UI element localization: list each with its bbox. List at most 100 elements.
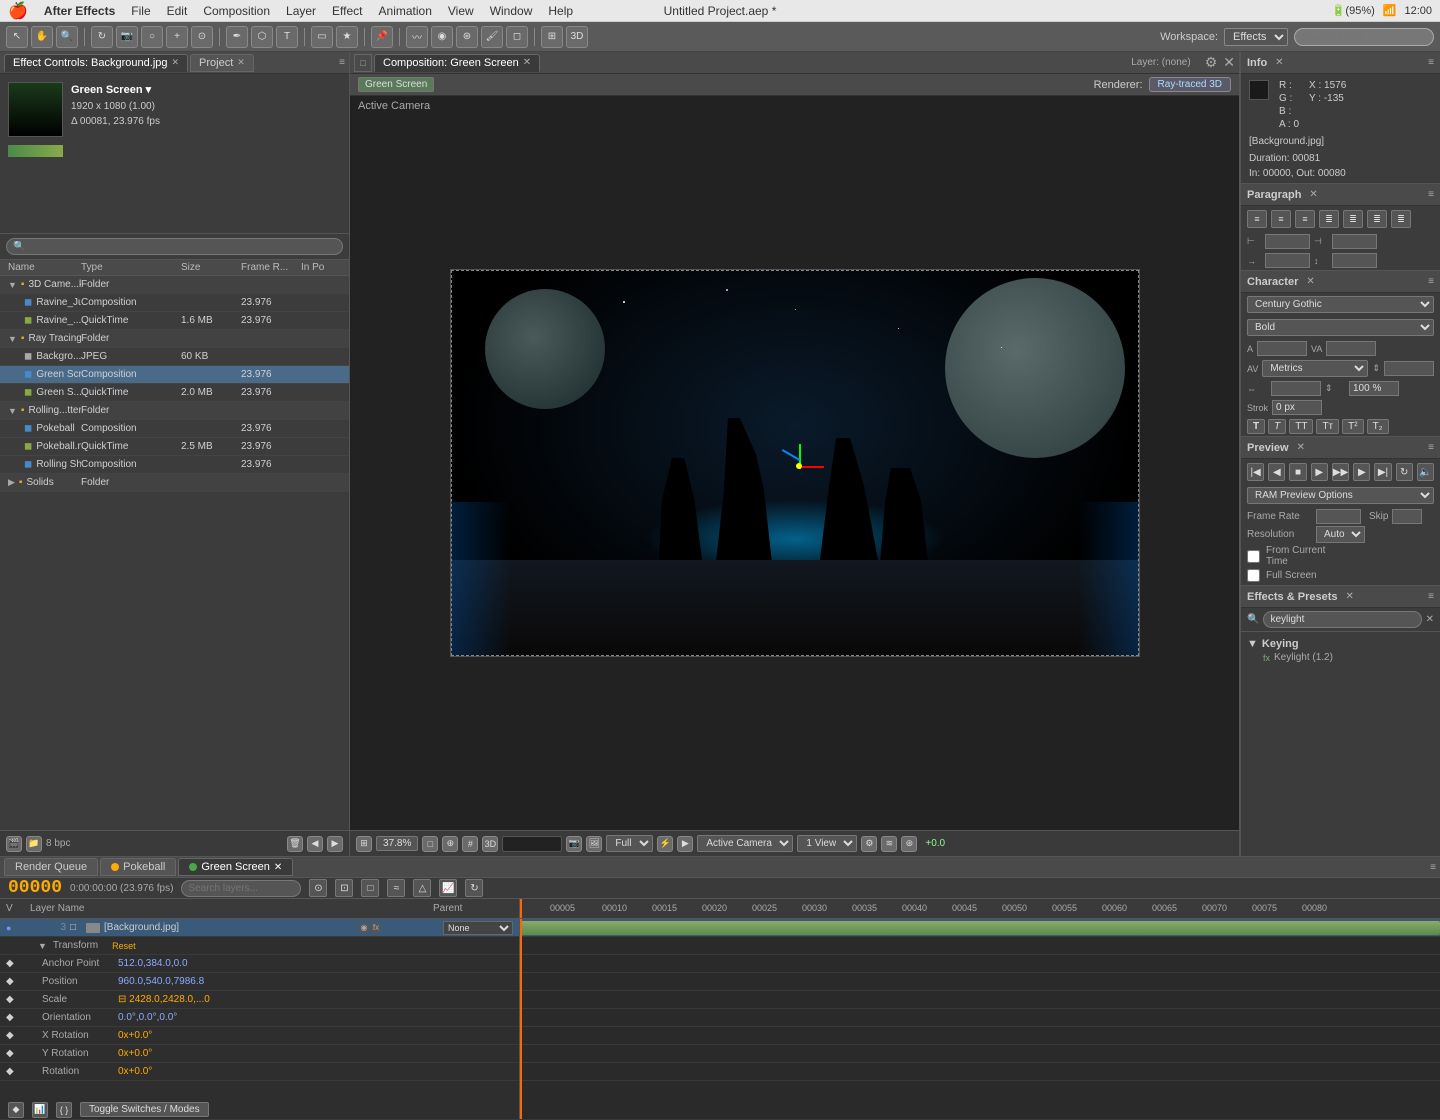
new-comp-icon[interactable]: 🎬 (6, 836, 22, 852)
font-size-input[interactable]: 85 px (1257, 341, 1307, 356)
list-item[interactable]: ◼ Rolling Shutter Composition 23.976 (0, 456, 349, 474)
anchor-point-value[interactable]: 512.0,384.0,0.0 (118, 958, 188, 969)
playhead-track[interactable] (520, 919, 522, 1119)
list-item[interactable]: ◼ Green S....mov QuickTime 2.0 MB 23.976 (0, 384, 349, 402)
margin-right-input[interactable]: 0 px (1332, 234, 1377, 249)
tl-draft-btn[interactable]: □ (361, 879, 379, 897)
preview-menu-icon[interactable]: ≡ (1428, 442, 1434, 453)
layer-parent-select[interactable]: None (443, 921, 513, 935)
keylight-item[interactable]: fx Keylight (1.2) (1247, 650, 1434, 665)
col-name[interactable]: Name (8, 262, 81, 273)
clone-stamp[interactable]: ⊛ (456, 26, 478, 48)
x-rotation-value[interactable]: 0x+0.0° (118, 1030, 152, 1041)
leading-input[interactable]: 0 px (1384, 361, 1434, 376)
camera-select[interactable]: Active Camera (697, 835, 793, 852)
list-item[interactable]: ◼ Ravine_....mov QuickTime 1.6 MB 23.976 (0, 312, 349, 330)
layer-name-cell[interactable]: [Background.jpg] (86, 922, 355, 933)
tl-motion-blur[interactable]: △ (413, 879, 431, 897)
search-help-input[interactable] (1294, 28, 1434, 46)
justify-left-btn[interactable]: ≣ (1319, 210, 1339, 228)
list-item[interactable]: ▼ ▪ 3D Came...ker.aep Folder (0, 276, 349, 294)
rotation-row[interactable]: ◆ Rotation 0x+0.0° (0, 1063, 519, 1081)
dolly-cam-tool[interactable]: ⊙ (191, 26, 213, 48)
paragraph-close-icon[interactable]: ✕ (1309, 189, 1317, 200)
tab-composition[interactable]: Composition: Green Screen ✕ (374, 54, 540, 72)
list-item[interactable]: ◼ Pokeball.mov QuickTime 2.5 MB 23.976 (0, 438, 349, 456)
scale-row[interactable]: ◆ Scale ⊟ 2428.0,2428.0,...0 (0, 991, 519, 1009)
layer-eye-icon[interactable]: ● (6, 923, 18, 933)
hand-tool[interactable]: ✋ (31, 26, 53, 48)
expand-arrow[interactable]: ▼ (8, 334, 17, 344)
loop-btn[interactable]: ↻ (1396, 463, 1413, 481)
font-family-select[interactable]: Century Gothic (1247, 296, 1434, 313)
track-layer-1[interactable] (520, 919, 1440, 937)
graph-editor-btn[interactable]: 📊 (32, 1102, 48, 1118)
3d-view[interactable]: 3D (482, 836, 498, 852)
tab-green-screen[interactable]: Green Screen ✕ (178, 858, 293, 876)
add-keyframe-btn[interactable]: ◆ (8, 1102, 24, 1118)
anchor-keyframe-icon[interactable]: ◆ (6, 958, 18, 969)
align-center-btn[interactable]: ≡ (1271, 210, 1291, 228)
menu-file[interactable]: File (131, 4, 150, 18)
preview-close-icon[interactable]: ✕ (1297, 442, 1305, 453)
scale-keyframe-icon[interactable]: ◆ (6, 994, 18, 1005)
hz-scale-input[interactable]: 100 % (1271, 381, 1321, 396)
orientation-value[interactable]: 0.0°,0.0°,0.0° (118, 1012, 177, 1023)
transform-row[interactable]: ▼ Transform Reset (0, 937, 519, 955)
layer-search[interactable] (181, 880, 301, 897)
align-left-btn[interactable]: ≡ (1247, 210, 1267, 228)
show-snapshot[interactable]: 🖼 (586, 836, 602, 852)
justify-right-btn[interactable]: ≣ (1367, 210, 1387, 228)
arrow-left-icon[interactable]: ◀ (307, 836, 323, 852)
menu-help[interactable]: Help (548, 4, 573, 18)
effects-search-clear[interactable]: ✕ (1426, 614, 1434, 625)
3d-gizmo-icon[interactable]: ⊛ (901, 836, 917, 852)
motion-blur-switch[interactable]: ◉ (359, 923, 369, 933)
tl-solo-btn[interactable]: ⊙ (309, 879, 327, 897)
star-tool[interactable]: ★ (336, 26, 358, 48)
timeline-time[interactable]: 00000 (8, 878, 62, 898)
tl-shy-btn[interactable]: ⊡ (335, 879, 353, 897)
playhead[interactable] (520, 899, 522, 918)
anchor-point-row[interactable]: ◆ Anchor Point 512.0,384.0,0.0 (0, 955, 519, 973)
comp-settings-icon[interactable]: ⚙ (1205, 54, 1218, 71)
shape-tool[interactable]: ▭ (311, 26, 333, 48)
timeline-ruler[interactable]: 00005 00010 00015 00020 00025 00030 0003… (520, 899, 1440, 919)
list-item[interactable]: ◼ Green Screen Composition 23.976 (0, 366, 349, 384)
resolution-select[interactable]: Auto (1316, 526, 1365, 543)
comp-settings-icon2[interactable]: ⚙ (861, 836, 877, 852)
project-panel[interactable]: ▼ ▪ 3D Came...ker.aep Folder ◼ Ravine_Ju… (0, 276, 349, 830)
menu-window[interactable]: Window (490, 4, 533, 18)
position-keyframe-icon[interactable]: ◆ (6, 976, 18, 987)
play-btn[interactable]: ▶ (1311, 463, 1328, 481)
orbit-cam-tool[interactable]: ○ (141, 26, 163, 48)
metrics-select[interactable]: Metrics (1262, 360, 1368, 377)
vt-scale-input[interactable] (1349, 381, 1399, 396)
comp-view[interactable]: Active Camera (350, 96, 1239, 830)
character-menu-icon[interactable]: ≡ (1428, 276, 1434, 287)
frame-rate-input[interactable]: (23.98) (1316, 509, 1361, 524)
pen-tool[interactable]: ✒ (226, 26, 248, 48)
margin-left-input[interactable]: 0 px (1265, 234, 1310, 249)
list-item[interactable]: ▼ ▪ Rolling...tter.aep Folder (0, 402, 349, 420)
list-item[interactable]: ▼ ▪ Ray Tracing.aep Folder (0, 330, 349, 348)
skip-input[interactable]: 0 (1392, 509, 1422, 524)
table-row[interactable]: ● 3 □ [Background.jpg] ◉ fx None (0, 919, 519, 937)
rotate-tool[interactable]: ↻ (91, 26, 113, 48)
expand-arrow[interactable]: ▶ (8, 477, 15, 488)
brush-tool[interactable]: 🖌 (481, 26, 503, 48)
play-audio-btn[interactable]: ▶▶ (1332, 463, 1349, 481)
puppet-tool[interactable]: 📌 (371, 26, 393, 48)
orient-keyframe-icon[interactable]: ◆ (6, 1012, 18, 1023)
x-rotation-row[interactable]: ◆ X Rotation 0x+0.0° (0, 1027, 519, 1045)
expand-arrow[interactable]: ▼ (8, 406, 17, 416)
orientation-row[interactable]: ◆ Orientation 0.0°,0.0°,0.0° (0, 1009, 519, 1027)
zoom-tool[interactable]: 🔍 (56, 26, 78, 48)
menu-effect[interactable]: Effect (332, 4, 362, 18)
mask-feather-tool[interactable]: ⬡ (251, 26, 273, 48)
grid-toggle[interactable]: # (462, 836, 478, 852)
views-select[interactable]: 1 View (797, 835, 857, 852)
stroke-width-input[interactable] (1272, 400, 1322, 415)
snap-toggle[interactable]: ⊞ (356, 836, 372, 852)
close-effect-controls[interactable]: ✕ (172, 57, 180, 68)
